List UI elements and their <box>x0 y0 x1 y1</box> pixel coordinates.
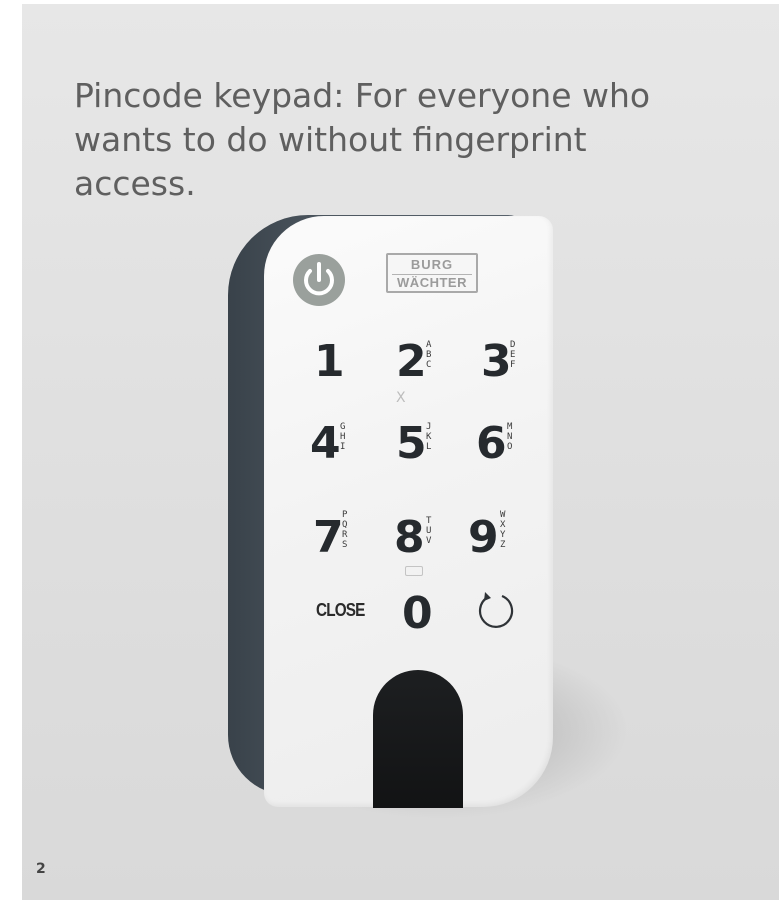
page-number: 2 <box>36 861 46 877</box>
key-digit: 7 <box>313 512 344 563</box>
key-6[interactable]: 6 MNO <box>476 414 556 474</box>
key-7[interactable]: 7 PQRS <box>313 508 393 568</box>
key-digit: 1 <box>314 336 345 387</box>
key-letters: GHI <box>340 422 346 452</box>
key-letters: ABC <box>426 340 432 370</box>
key-2[interactable]: 2 ABC <box>396 332 476 392</box>
close-key[interactable]: CLOSE <box>316 600 365 621</box>
key-digit: 5 <box>396 418 427 469</box>
key-3[interactable]: 3 DEF <box>481 332 561 392</box>
fingerprint-sensor <box>373 670 463 808</box>
clear-marker-x: X <box>396 390 406 406</box>
key-letters: WXYZ <box>500 510 506 550</box>
key-5[interactable]: 5 JKL <box>396 414 476 474</box>
brand-logo-line1: BURG <box>410 257 454 272</box>
key-letters: DEF <box>510 340 516 370</box>
brand-logo: BURG WÄCHTER <box>386 253 478 293</box>
key-letters: TUV <box>426 516 432 546</box>
headline: Pincode keypad: For everyone who wants t… <box>74 76 651 203</box>
key-letters: MNO <box>507 422 513 452</box>
key-0[interactable]: 0 <box>402 584 482 644</box>
key-digit: 9 <box>468 512 499 563</box>
key-digit: 8 <box>394 512 425 563</box>
battery-marker <box>405 566 423 576</box>
key-letters: JKL <box>426 422 432 452</box>
key-1[interactable]: 1 <box>314 332 394 392</box>
key-digit: 3 <box>481 336 512 387</box>
key-digit: 2 <box>396 336 427 387</box>
brand-logo-line2: WÄCHTER <box>397 275 467 290</box>
key-9[interactable]: 9 WXYZ <box>468 508 548 568</box>
power-icon[interactable] <box>292 253 346 307</box>
key-digit: 4 <box>310 418 341 469</box>
refresh-icon[interactable] <box>472 586 520 634</box>
key-8[interactable]: 8 TUV <box>394 508 474 568</box>
key-4[interactable]: 4 GHI <box>310 414 390 474</box>
key-digit: 0 <box>402 588 433 639</box>
key-digit: 6 <box>476 418 507 469</box>
key-letters: PQRS <box>342 510 348 550</box>
